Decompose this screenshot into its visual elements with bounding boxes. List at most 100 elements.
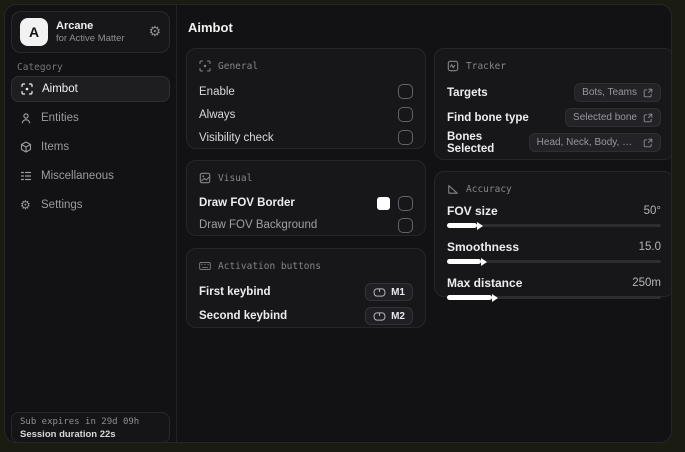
setting-label: Bones Selected: [447, 130, 495, 155]
color-swatch[interactable]: [377, 196, 390, 210]
session-duration-text: Session duration 22s: [20, 429, 116, 440]
visibility-check-checkbox[interactable]: [398, 130, 413, 145]
slider-label: Max distance: [447, 275, 523, 290]
keyboard-icon: [199, 261, 211, 271]
person-icon: [20, 112, 32, 124]
bones-selected-dropdown[interactable]: Head, Neck, Body, Pe...: [528, 133, 661, 152]
section-title: Tracker: [466, 60, 507, 72]
image-icon: [199, 172, 211, 184]
sidebar-item-miscellaneous[interactable]: Miscellaneous: [11, 163, 170, 189]
sidebar-item-label: Entities: [41, 112, 79, 124]
visual-card: Visual Draw FOV Border Draw FOV Backgrou…: [186, 160, 426, 236]
gear-icon[interactable]: ⚙: [148, 24, 161, 40]
expand-icon: [643, 88, 653, 97]
sidebar-nav: Aimbot Entities Items Miscellaneous ⚙ Se…: [11, 76, 170, 218]
max-distance-slider[interactable]: [447, 293, 661, 302]
sidebar-item-entities[interactable]: Entities: [11, 105, 170, 131]
setting-row-targets: Targets Bots, Teams: [447, 80, 661, 105]
targets-dropdown[interactable]: Bots, Teams: [574, 83, 661, 102]
scan-icon: [199, 60, 211, 72]
expand-icon: [643, 113, 653, 122]
slider-fill: [447, 257, 488, 266]
setting-row-second-keybind: Second keybind M2: [199, 304, 413, 328]
keybind-button-m2[interactable]: M2: [365, 307, 413, 325]
setting-label: Draw FOV Background: [199, 219, 318, 231]
smoothness-slider[interactable]: [447, 257, 661, 266]
fov-size-slider[interactable]: [447, 221, 661, 230]
sidebar-item-settings[interactable]: ⚙ Settings: [11, 192, 170, 218]
main-content: Aimbot General Enable Always Visibility …: [178, 5, 671, 442]
slider-value: 250m: [632, 276, 661, 289]
setting-row-enable: Enable: [199, 80, 413, 103]
fov-size-group: FOV size 50°: [447, 202, 661, 230]
category-label: Category: [17, 62, 63, 73]
accuracy-card: Accuracy FOV size 50° Smoothness 15.0 Ma…: [434, 171, 671, 302]
sidebar-item-aimbot[interactable]: Aimbot: [11, 76, 170, 102]
slider-thumb[interactable]: [481, 257, 488, 266]
section-title: General: [218, 60, 259, 72]
mouse-icon: [373, 287, 386, 297]
setting-label: First keybind: [199, 286, 271, 298]
sidebar: A Arcane for Active Matter ⚙ Category Ai…: [5, 5, 177, 442]
max-distance-group: Max distance 250m: [447, 274, 661, 302]
dropdown-value: Selected bone: [573, 112, 637, 123]
always-checkbox[interactable]: [398, 107, 413, 122]
sidebar-item-label: Miscellaneous: [41, 170, 114, 182]
keybind-button-m1[interactable]: M1: [365, 283, 413, 301]
setting-row-visibility-check: Visibility check: [199, 126, 413, 149]
slider-value: 50°: [643, 204, 661, 217]
section-title: Accuracy: [466, 183, 512, 195]
slider-thumb[interactable]: [476, 221, 483, 230]
smoothness-group: Smoothness 15.0: [447, 238, 661, 266]
accuracy-header: Accuracy: [447, 182, 661, 196]
tracker-header: Tracker: [447, 59, 661, 73]
slider-label: FOV size: [447, 203, 498, 218]
keybind-value: M2: [391, 310, 405, 322]
find-bone-type-dropdown[interactable]: Selected bone: [565, 108, 661, 127]
cube-icon: [20, 141, 32, 153]
cheat-menu-window: A Arcane for Active Matter ⚙ Category Ai…: [4, 4, 672, 443]
enable-checkbox[interactable]: [398, 84, 413, 99]
tracker-card: Tracker Targets Bots, Teams Find bone ty…: [434, 48, 671, 160]
fov-background-checkbox[interactable]: [398, 217, 413, 233]
activation-header: Activation buttons: [199, 259, 413, 273]
setting-row-fov-border: Draw FOV Border: [199, 192, 413, 214]
slider-fill: [447, 293, 498, 302]
mouse-icon: [373, 311, 386, 321]
app-subtitle: for Active Matter: [56, 33, 125, 44]
setting-label: Draw FOV Border: [199, 197, 295, 209]
dropdown-value: Head, Neck, Body, Pe...: [536, 137, 637, 148]
list-icon: [20, 170, 32, 182]
brand-text: Arcane for Active Matter: [56, 20, 125, 44]
dropdown-value: Bots, Teams: [582, 87, 637, 98]
sidebar-item-label: Settings: [41, 199, 83, 211]
setting-label: Always: [199, 108, 236, 121]
sidebar-item-items[interactable]: Items: [11, 134, 170, 160]
visual-header: Visual: [199, 171, 413, 185]
setting-label: Enable: [199, 85, 235, 98]
gear-icon: ⚙: [20, 198, 31, 212]
setting-row-find-bone-type: Find bone type Selected bone: [447, 105, 661, 130]
slider-thumb[interactable]: [491, 293, 498, 302]
setting-row-always: Always: [199, 103, 413, 126]
general-card: General Enable Always Visibility check: [186, 48, 426, 149]
keybind-value: M1: [391, 286, 405, 298]
page-title: Aimbot: [188, 20, 233, 35]
setting-label: Visibility check: [199, 131, 274, 144]
brand-card: A Arcane for Active Matter ⚙: [11, 11, 170, 53]
setting-label: Find bone type: [447, 111, 529, 124]
slider-value: 15.0: [638, 240, 661, 253]
crosshair-icon: [21, 83, 33, 95]
general-header: General: [199, 59, 413, 73]
app-name: Arcane: [56, 20, 94, 32]
sub-expiry-text: Sub expires in 29d 09h: [20, 417, 140, 427]
game-background: A Arcane for Active Matter ⚙ Category Ai…: [0, 0, 685, 452]
activation-card: Activation buttons First keybind M1 Seco…: [186, 248, 426, 328]
app-logo: A: [20, 18, 48, 46]
expand-icon: [643, 138, 653, 147]
section-title: Activation buttons: [218, 260, 321, 272]
fov-border-checkbox[interactable]: [398, 195, 413, 211]
radar-icon: [447, 60, 459, 72]
setting-row-fov-background: Draw FOV Background: [199, 214, 413, 236]
sidebar-item-label: Items: [41, 141, 70, 153]
